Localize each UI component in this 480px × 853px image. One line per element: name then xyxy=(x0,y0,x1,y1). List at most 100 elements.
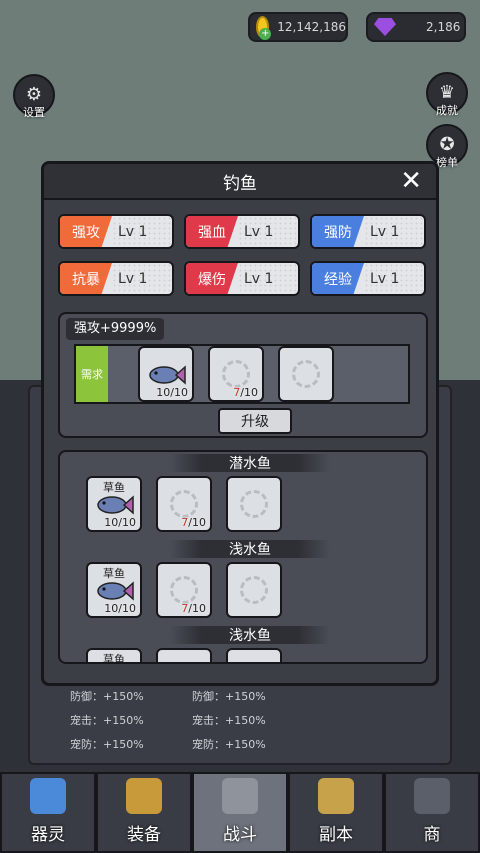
slot-count: 7/10 xyxy=(181,602,206,615)
achievements-button[interactable]: ♛ 成就 xyxy=(426,72,468,117)
fish-slot-empty[interactable] xyxy=(156,648,212,662)
close-icon[interactable]: ✕ xyxy=(400,168,422,194)
attr-name: 抗暴 xyxy=(60,263,112,294)
stat-value: 宠击：+150% xyxy=(192,714,266,727)
ranking-button[interactable]: ✪ 榜单 xyxy=(426,124,468,169)
attr-experience[interactable]: 经验 Lv 1 xyxy=(310,261,426,296)
gem-counter[interactable]: 2,186 xyxy=(366,12,466,42)
gold-counter[interactable]: 12,142,186 xyxy=(248,12,348,42)
tab-label: 装备 xyxy=(127,825,161,845)
section-title: 浅水鱼 xyxy=(170,626,330,644)
fish-slot-empty[interactable] xyxy=(226,648,282,662)
attr-name: 强防 xyxy=(312,216,364,247)
gear-icon: ⚙ xyxy=(25,84,43,105)
fish-name: 草鱼 xyxy=(103,567,125,580)
attr-level: Lv 1 xyxy=(112,216,172,247)
tab-dungeon[interactable]: 副本 xyxy=(288,772,384,853)
settings-label: 设置 xyxy=(23,106,45,119)
fish-slot-empty[interactable]: 7/10 xyxy=(156,476,212,532)
stat-value: 宠击：+150% xyxy=(70,714,144,727)
gem-amount: 2,186 xyxy=(426,20,461,34)
tab-battle[interactable]: 战斗 xyxy=(192,772,288,853)
fish-slot-empty[interactable]: 7/10 xyxy=(156,562,212,618)
modal-header: 钓鱼 ✕ xyxy=(44,164,436,200)
req-slot-empty[interactable] xyxy=(278,346,334,402)
bonus-label: 强攻+9999% xyxy=(66,318,165,340)
shop-icon xyxy=(414,778,450,814)
section-title: 浅水鱼 xyxy=(170,540,330,558)
fish-slot[interactable]: 草鱼 10/10 xyxy=(86,476,142,532)
sun-placeholder-icon xyxy=(240,490,268,518)
attribute-grid: 强攻 Lv 1 强血 Lv 1 强防 Lv 1 抗暴 Lv 1 爆伤 Lv 1 经验 Lv … xyxy=(58,214,428,296)
req-slot-fish[interactable]: 10/10 xyxy=(138,346,194,402)
fish-slot-empty[interactable] xyxy=(226,476,282,532)
stat-value: 宠防：+150% xyxy=(70,738,144,751)
attr-health[interactable]: 强血 Lv 1 xyxy=(184,214,300,249)
attr-level: Lv 1 xyxy=(238,263,298,294)
attr-name: 经验 xyxy=(312,263,364,294)
ranking-label: 榜单 xyxy=(436,156,458,169)
tab-spirit[interactable]: 器灵 xyxy=(0,772,96,853)
achievements-label: 成就 xyxy=(436,104,458,117)
tab-label: 副本 xyxy=(319,825,353,845)
attr-name: 强攻 xyxy=(60,216,112,247)
fish-icon xyxy=(149,365,186,385)
gold-coin-icon xyxy=(256,16,272,40)
fish-slot[interactable]: 草鱼 10/10 xyxy=(86,562,142,618)
modal-title: 钓鱼 xyxy=(223,173,257,194)
tab-equipment[interactable]: 装备 xyxy=(96,772,192,853)
stats-list: 防御：+150% 防御：+150% 宠击：+150% 宠击：+150% 宠防：+15… xyxy=(70,684,370,756)
fish-name: 草鱼 xyxy=(103,653,125,664)
stat-value: 防御：+150% xyxy=(192,690,266,703)
crossed-swords-icon xyxy=(222,778,258,814)
fishing-modal: 钓鱼 ✕ 强攻 Lv 1 强血 Lv 1 强防 Lv 1 抗暴 Lv 1 爆伤 Lv 1 … xyxy=(41,161,439,686)
requirement-strip: 需求 10/10 7/10 xyxy=(74,344,410,404)
trophy-icon: ♛ xyxy=(438,82,456,103)
fish-list: 潜水鱼 草鱼 10/10 7/10 浅水鱼 草鱼 10/10 7/10 浅水鱼 xyxy=(58,450,428,664)
attr-level: Lv 1 xyxy=(112,263,172,294)
slot-count: 7/10 xyxy=(233,386,258,399)
gem-icon xyxy=(374,18,396,36)
sun-placeholder-icon xyxy=(240,576,268,604)
req-slot-empty[interactable]: 7/10 xyxy=(208,346,264,402)
attr-crit-resist[interactable]: 抗暴 Lv 1 xyxy=(58,261,174,296)
stat-row: 宠击：+150% 宠击：+150% xyxy=(70,708,370,732)
fish-icon xyxy=(97,581,134,601)
attr-level: Lv 1 xyxy=(364,263,424,294)
section-title: 潜水鱼 xyxy=(170,454,330,472)
upgrade-button[interactable]: 升级 xyxy=(218,408,292,434)
sun-placeholder-icon xyxy=(170,576,198,604)
helmet-icon xyxy=(126,778,162,814)
tab-label: 器灵 xyxy=(31,825,65,845)
upgrade-panel: 强攻+9999% 需求 10/10 7/10 升级 xyxy=(58,312,428,438)
fish-slot-empty[interactable] xyxy=(226,562,282,618)
tab-shop[interactable]: 商 xyxy=(384,772,480,853)
stat-row: 防御：+150% 防御：+150% xyxy=(70,684,370,708)
stat-value: 防御：+150% xyxy=(70,690,144,703)
medal-icon: ✪ xyxy=(439,134,455,155)
slot-count: 7/10 xyxy=(181,516,206,529)
slot-count: 10/10 xyxy=(104,602,136,615)
attr-level: Lv 1 xyxy=(238,216,298,247)
dungeon-icon xyxy=(318,778,354,814)
attr-name: 爆伤 xyxy=(186,263,238,294)
fish-name: 草鱼 xyxy=(103,481,125,494)
sun-placeholder-icon xyxy=(292,360,320,388)
tab-label: 商 xyxy=(423,825,441,845)
stat-row: 宠防：+150% 宠防：+150% xyxy=(70,732,370,756)
slot-count: 10/10 xyxy=(156,386,188,399)
attr-defense[interactable]: 强防 Lv 1 xyxy=(310,214,426,249)
requirement-tag: 需求 xyxy=(76,346,108,402)
bottom-nav: 器灵 装备 战斗 副本 商 xyxy=(0,772,480,853)
fish-slot[interactable]: 草鱼 xyxy=(86,648,142,664)
sun-placeholder-icon xyxy=(170,490,198,518)
sun-placeholder-icon xyxy=(222,360,250,388)
settings-button[interactable]: ⚙ 设置 xyxy=(13,74,55,119)
fish-icon xyxy=(97,495,134,515)
attr-crit-damage[interactable]: 爆伤 Lv 1 xyxy=(184,261,300,296)
stat-value: 宠防：+150% xyxy=(192,738,266,751)
attr-name: 强血 xyxy=(186,216,238,247)
gold-amount: 12,142,186 xyxy=(277,20,346,34)
attr-attack[interactable]: 强攻 Lv 1 xyxy=(58,214,174,249)
tab-label: 战斗 xyxy=(223,825,257,845)
